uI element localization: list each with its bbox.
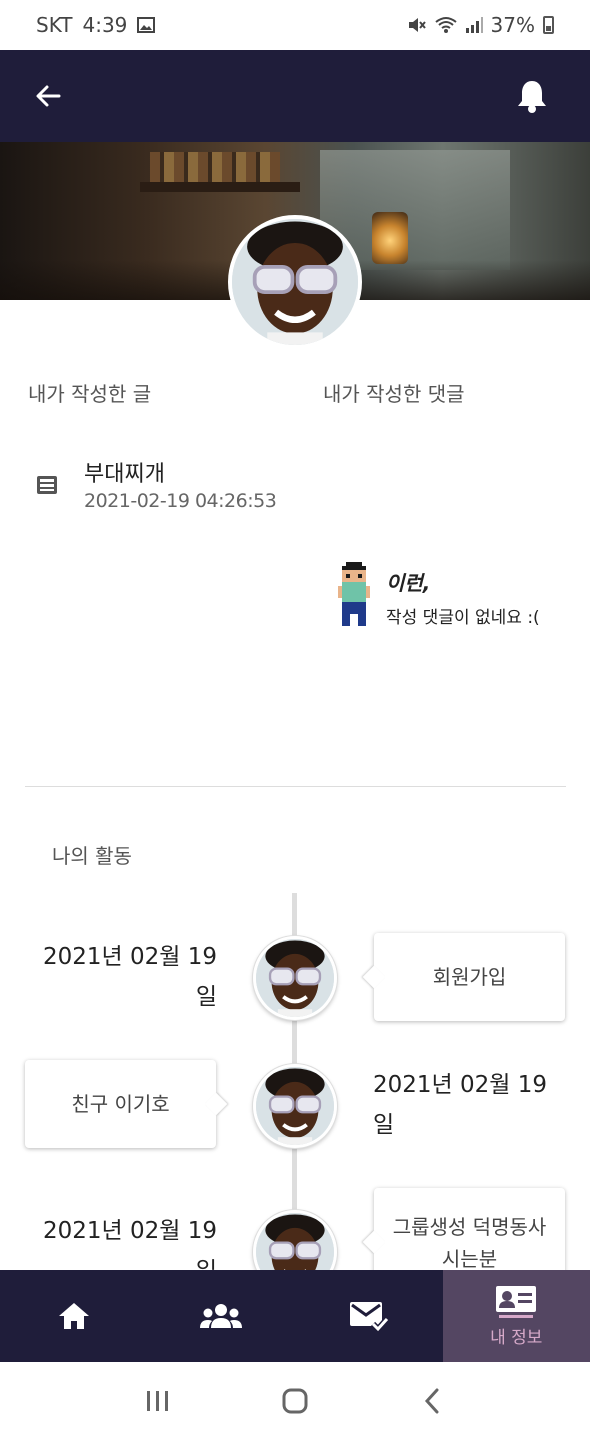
back-button-icon[interactable] <box>402 1381 462 1421</box>
timeline-card-label: 회원가입 <box>432 965 507 989</box>
empty-comments-message: 작성 댓글이 없네요 :( <box>386 608 540 628</box>
recent-apps-icon[interactable] <box>128 1381 188 1421</box>
document-icon <box>37 476 57 494</box>
nav-my-info[interactable]: 내 정보 <box>442 1270 590 1362</box>
home-icon <box>58 1303 89 1329</box>
cover-lantern <box>372 212 408 264</box>
cover-books <box>150 152 280 182</box>
timeline-card[interactable]: 친구 이기호 <box>25 1060 228 1148</box>
timeline-avatar <box>253 936 337 1020</box>
section-divider <box>25 786 566 787</box>
bottom-navigation: 내 정보 <box>0 1270 590 1362</box>
pixel-character-icon <box>338 562 370 626</box>
image-icon <box>137 17 156 33</box>
status-bar: SKT 4:39 37% <box>0 0 590 50</box>
wifi-icon <box>434 17 457 33</box>
clock: 4:39 <box>82 13 128 37</box>
timeline-avatar <box>253 1064 337 1148</box>
battery-percent: 37% <box>490 13 535 37</box>
bell-icon[interactable] <box>512 76 552 116</box>
profile-avatar[interactable] <box>228 215 362 349</box>
tab-my-posts[interactable]: 내가 작성한 글 <box>28 378 151 407</box>
signal-icon <box>465 17 483 33</box>
nav-my-info-label: 내 정보 <box>490 1327 543 1348</box>
timeline-date: 2021년 02월 19일 <box>373 1072 548 1138</box>
profile-card-icon <box>496 1285 537 1318</box>
timeline-card[interactable]: 회원가입 <box>362 933 565 1021</box>
nav-messages[interactable] <box>295 1270 443 1362</box>
post-list-item[interactable]: 부대찌개 2021-02-19 04:26:53 <box>28 450 308 520</box>
post-title: 부대찌개 <box>84 462 165 487</box>
timeline-card-label: 그룹생성 덕명동사시는분 <box>392 1215 547 1271</box>
system-navigation-bar <box>0 1362 590 1440</box>
empty-comments-title: 이런, <box>386 571 431 595</box>
top-app-bar <box>0 50 590 142</box>
timeline-date: 2021년 02월 19일 <box>42 944 217 1010</box>
home-button-icon[interactable] <box>265 1381 325 1421</box>
nav-groups[interactable] <box>148 1270 296 1362</box>
cover-shelf <box>140 182 300 192</box>
activity-section-title: 나의 활동 <box>52 844 132 868</box>
carrier-label: SKT <box>36 13 73 37</box>
nav-home[interactable] <box>0 1270 148 1362</box>
arrow-left-icon[interactable] <box>28 76 68 116</box>
post-date: 2021-02-19 04:26:53 <box>84 490 277 512</box>
mute-icon <box>408 18 426 32</box>
battery-icon <box>543 16 554 34</box>
mail-check-icon <box>349 1302 389 1332</box>
tab-my-comments[interactable]: 내가 작성한 댓글 <box>323 378 465 407</box>
groups-icon <box>200 1304 243 1328</box>
timeline-card-label: 친구 이기호 <box>71 1092 170 1116</box>
